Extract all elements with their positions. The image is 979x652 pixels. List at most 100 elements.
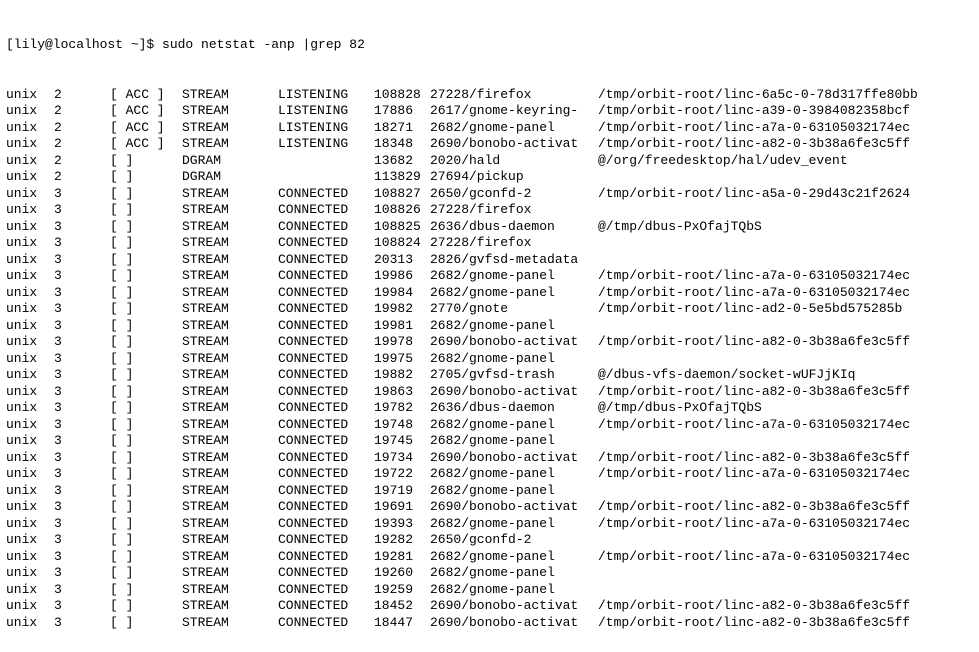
col-type: STREAM — [182, 268, 278, 285]
col-state: CONNECTED — [278, 351, 374, 368]
netstat-row: unix3[ ]STREAMCONNECTED193932682/gnome-p… — [6, 516, 973, 533]
col-proto: unix — [6, 433, 54, 450]
col-inode: 19719 — [374, 483, 430, 500]
col-proto: unix — [6, 235, 54, 252]
col-inode: 19981 — [374, 318, 430, 335]
col-path: /tmp/orbit-root/linc-a7a-0-63105032174ec — [598, 516, 910, 533]
col-program: 2690/bonobo-activat — [430, 384, 598, 401]
col-flags: [ ] — [110, 235, 182, 252]
netstat-row: unix3[ ]STREAMCONNECTED199752682/gnome-p… — [6, 351, 973, 368]
col-flags: [ ] — [110, 400, 182, 417]
col-program: 2682/gnome-panel — [430, 417, 598, 434]
col-flags: [ ] — [110, 499, 182, 516]
col-proto: unix — [6, 450, 54, 467]
col-program: 2690/bonobo-activat — [430, 334, 598, 351]
col-state: CONNECTED — [278, 450, 374, 467]
col-flags: [ ] — [110, 153, 182, 170]
col-program: 2682/gnome-panel — [430, 549, 598, 566]
col-refcnt: 3 — [54, 202, 110, 219]
col-path: /tmp/orbit-root/linc-a82-0-3b38a6fe3c5ff — [598, 136, 910, 153]
col-proto: unix — [6, 87, 54, 104]
col-state: CONNECTED — [278, 400, 374, 417]
netstat-row: unix3[ ]STREAMCONNECTED192822650/gconfd-… — [6, 532, 973, 549]
netstat-row: unix3[ ]STREAMCONNECTED197482682/gnome-p… — [6, 417, 973, 434]
col-refcnt: 3 — [54, 417, 110, 434]
shell-prompt: [lily@localhost ~]$ — [6, 37, 162, 54]
col-refcnt: 3 — [54, 252, 110, 269]
col-state: CONNECTED — [278, 549, 374, 566]
terminal-output[interactable]: [lily@localhost ~]$ sudo netstat -anp |g… — [0, 0, 979, 652]
col-type: STREAM — [182, 252, 278, 269]
col-flags: [ ] — [110, 318, 182, 335]
col-proto: unix — [6, 202, 54, 219]
col-program: 2682/gnome-panel — [430, 582, 598, 599]
col-program: 2690/bonobo-activat — [430, 598, 598, 615]
col-type: STREAM — [182, 186, 278, 203]
col-proto: unix — [6, 153, 54, 170]
col-program: 2682/gnome-panel — [430, 516, 598, 533]
col-type: STREAM — [182, 483, 278, 500]
col-refcnt: 3 — [54, 499, 110, 516]
prompt-line: [lily@localhost ~]$ sudo netstat -anp |g… — [6, 37, 973, 54]
col-flags: [ ] — [110, 532, 182, 549]
col-inode: 17886 — [374, 103, 430, 120]
col-state: CONNECTED — [278, 532, 374, 549]
netstat-row: unix3[ ]STREAMCONNECTED192812682/gnome-p… — [6, 549, 973, 566]
col-path: /tmp/orbit-root/linc-ad2-0-5e5bd575285b — [598, 301, 902, 318]
col-state: CONNECTED — [278, 582, 374, 599]
col-flags: [ ] — [110, 582, 182, 599]
col-type: STREAM — [182, 351, 278, 368]
col-inode: 18271 — [374, 120, 430, 137]
col-state: CONNECTED — [278, 565, 374, 582]
col-proto: unix — [6, 351, 54, 368]
command-text: sudo netstat -anp |grep 82 — [162, 37, 365, 54]
col-program: 27228/firefox — [430, 87, 598, 104]
col-flags: [ ] — [110, 565, 182, 582]
col-inode: 18452 — [374, 598, 430, 615]
col-type: STREAM — [182, 598, 278, 615]
col-state: CONNECTED — [278, 483, 374, 500]
col-refcnt: 3 — [54, 219, 110, 236]
col-inode: 19282 — [374, 532, 430, 549]
col-type: STREAM — [182, 285, 278, 302]
netstat-row: unix3[ ]STREAMCONNECTED198632690/bonobo-… — [6, 384, 973, 401]
col-inode: 13682 — [374, 153, 430, 170]
col-path: /tmp/orbit-root/linc-a82-0-3b38a6fe3c5ff — [598, 598, 910, 615]
netstat-row: unix3[ ]STREAMCONNECTED197452682/gnome-p… — [6, 433, 973, 450]
col-inode: 19984 — [374, 285, 430, 302]
netstat-row: unix3[ ]STREAMCONNECTED199842682/gnome-p… — [6, 285, 973, 302]
col-type: STREAM — [182, 367, 278, 384]
col-proto: unix — [6, 120, 54, 137]
col-inode: 19260 — [374, 565, 430, 582]
col-flags: [ ] — [110, 367, 182, 384]
col-state: LISTENING — [278, 120, 374, 137]
col-flags: [ ] — [110, 466, 182, 483]
col-path: /tmp/orbit-root/linc-a82-0-3b38a6fe3c5ff — [598, 615, 910, 632]
col-flags: [ ] — [110, 268, 182, 285]
col-program: 2682/gnome-panel — [430, 318, 598, 335]
netstat-row: unix3[ ]STREAMCONNECTED1088252636/dbus-d… — [6, 219, 973, 236]
col-program: 2690/bonobo-activat — [430, 136, 598, 153]
col-flags: [ ] — [110, 433, 182, 450]
col-program: 2690/bonobo-activat — [430, 450, 598, 467]
col-type: STREAM — [182, 219, 278, 236]
col-flags: [ ] — [110, 483, 182, 500]
col-program: 2020/hald — [430, 153, 598, 170]
col-flags: [ ] — [110, 615, 182, 632]
col-inode: 19982 — [374, 301, 430, 318]
netstat-row: unix2[ ACC ]STREAMLISTENING182712682/gno… — [6, 120, 973, 137]
col-path: /tmp/orbit-root/linc-a7a-0-63105032174ec — [598, 268, 910, 285]
col-program: 2636/dbus-daemon — [430, 219, 598, 236]
col-program: 27694/pickup — [430, 169, 598, 186]
col-refcnt: 3 — [54, 186, 110, 203]
col-inode: 108826 — [374, 202, 430, 219]
col-proto: unix — [6, 103, 54, 120]
netstat-row: unix3[ ]STREAMCONNECTED184522690/bonobo-… — [6, 598, 973, 615]
col-refcnt: 3 — [54, 466, 110, 483]
col-refcnt: 3 — [54, 516, 110, 533]
col-path: /tmp/orbit-root/linc-a7a-0-63105032174ec — [598, 466, 910, 483]
col-proto: unix — [6, 186, 54, 203]
col-refcnt: 2 — [54, 136, 110, 153]
col-type: STREAM — [182, 120, 278, 137]
col-state: LISTENING — [278, 136, 374, 153]
